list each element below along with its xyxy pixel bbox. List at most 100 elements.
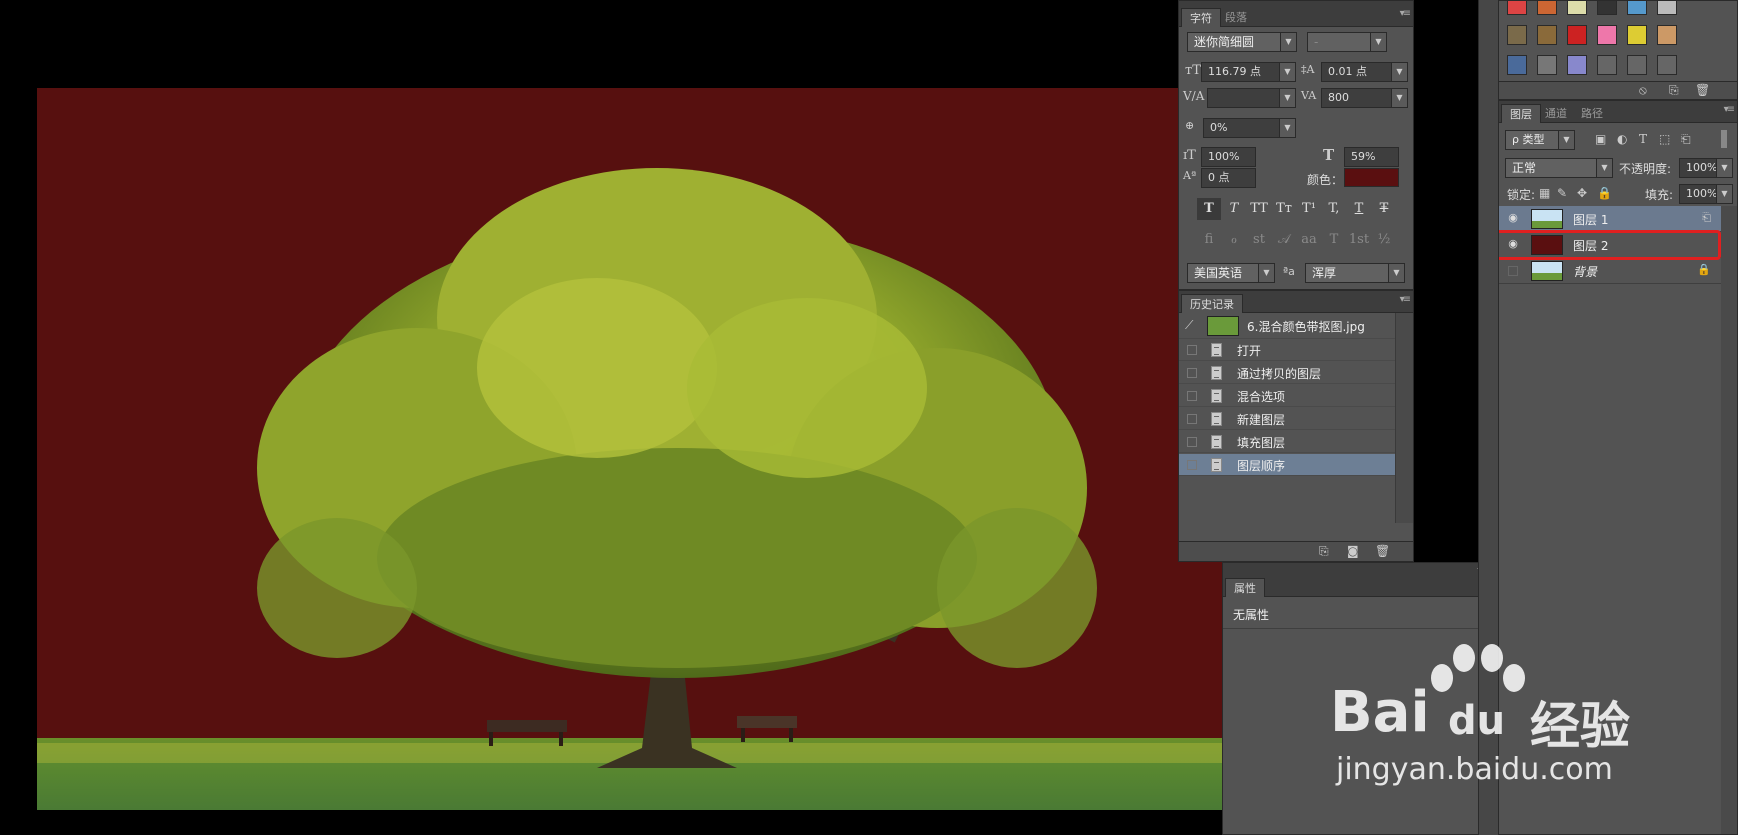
layer-row[interactable]: ◉ 图层 1 ⎗	[1499, 206, 1721, 232]
opentype-button[interactable]: ½	[1372, 229, 1396, 251]
history-scrollbar[interactable]	[1395, 313, 1413, 523]
type-filter-icon[interactable]: T	[1639, 132, 1647, 146]
font-size-input[interactable]: 116.79 点 ▼	[1201, 62, 1296, 82]
text-style-button[interactable]: T	[1197, 198, 1221, 220]
style-swatch[interactable]	[1627, 1, 1647, 15]
style-swatch[interactable]	[1507, 55, 1527, 75]
tab-character[interactable]: 字符	[1181, 8, 1221, 27]
text-style-button[interactable]: TT	[1247, 198, 1271, 220]
layer-name[interactable]: 背景	[1573, 263, 1597, 280]
style-swatch[interactable]	[1657, 55, 1677, 75]
history-checkbox[interactable]	[1187, 460, 1197, 470]
history-item[interactable]: 填充图层	[1179, 431, 1395, 453]
opentype-button[interactable]: 1st	[1347, 229, 1371, 251]
tab-paragraph[interactable]: 段落	[1217, 8, 1255, 27]
tsume-input[interactable]: 0% ▼	[1203, 118, 1296, 138]
kerning-input[interactable]: ▼	[1207, 88, 1296, 108]
history-snapshot[interactable]: ⟋ 6.混合颜色带抠图.jpg	[1179, 313, 1395, 339]
opentype-button[interactable]: st	[1247, 229, 1271, 251]
visibility-eye-icon[interactable]: ◉	[1505, 211, 1521, 227]
tab-properties[interactable]: 属性	[1225, 578, 1265, 597]
antialias-select[interactable]: 浑厚 ▼	[1305, 263, 1405, 283]
opentype-button[interactable]: ℴ	[1222, 229, 1246, 251]
tab-paths[interactable]: 路径	[1573, 104, 1611, 123]
leading-input[interactable]: 0.01 点 ▼	[1321, 62, 1408, 82]
new-document-icon[interactable]: ⎘	[1319, 544, 1329, 559]
history-item[interactable]: 图层顺序	[1179, 454, 1395, 476]
panel-menu-icon[interactable]: ▾≡	[1724, 104, 1735, 115]
history-checkbox[interactable]	[1187, 414, 1197, 424]
style-swatch[interactable]	[1507, 1, 1527, 15]
text-style-button[interactable]: Ŧ	[1372, 198, 1396, 220]
history-item[interactable]: 打开	[1179, 339, 1395, 361]
lock-pixels-icon[interactable]: ✎	[1557, 186, 1567, 200]
baseline-shift-input[interactable]: 0 点	[1201, 168, 1256, 188]
text-style-button[interactable]: T	[1347, 198, 1371, 220]
history-item[interactable]: 通过拷贝的图层	[1179, 362, 1395, 384]
history-item[interactable]: 混合选项	[1179, 385, 1395, 407]
style-swatch[interactable]	[1537, 55, 1557, 75]
camera-icon[interactable]: ◙	[1347, 544, 1359, 558]
style-swatch[interactable]	[1567, 25, 1587, 45]
style-swatch[interactable]	[1627, 55, 1647, 75]
history-checkbox[interactable]	[1187, 437, 1197, 447]
text-style-button[interactable]: T	[1222, 198, 1246, 220]
horizontal-scale-input[interactable]: 59%	[1344, 147, 1399, 167]
panel-menu-icon[interactable]: ▾≡	[1400, 8, 1411, 19]
lock-all-icon[interactable]: 🔒	[1597, 186, 1612, 200]
style-swatch[interactable]	[1537, 1, 1557, 15]
font-family-select[interactable]: 迷你简细圆 ▼	[1187, 32, 1297, 52]
language-select[interactable]: 美国英语 ▼	[1187, 263, 1275, 283]
opacity-input[interactable]: 100% ▼	[1679, 158, 1733, 178]
document-canvas[interactable]	[37, 88, 1225, 810]
lock-icon: 🔒	[1697, 263, 1711, 276]
history-checkbox[interactable]	[1187, 391, 1197, 401]
text-color-swatch[interactable]	[1344, 168, 1399, 187]
visibility-toggle-off[interactable]	[1508, 266, 1518, 276]
font-style-select[interactable]: - ▼	[1307, 32, 1387, 52]
layer-row[interactable]: 背景 🔒	[1499, 258, 1721, 284]
style-swatch[interactable]	[1597, 55, 1617, 75]
style-swatch[interactable]	[1627, 25, 1647, 45]
text-style-button[interactable]: Tт	[1272, 198, 1296, 220]
smart-object-filter-icon[interactable]: ⎗	[1681, 132, 1691, 147]
image-filter-icon[interactable]: ▣	[1595, 132, 1606, 146]
style-swatch[interactable]	[1597, 1, 1617, 15]
style-swatch[interactable]	[1567, 1, 1587, 15]
blend-mode-select[interactable]: 正常 ▼	[1505, 158, 1613, 178]
adjustment-filter-icon[interactable]: ◐	[1617, 132, 1627, 146]
style-swatch[interactable]	[1657, 1, 1677, 15]
opentype-button[interactable]: T	[1322, 229, 1346, 251]
history-item[interactable]: 新建图层	[1179, 408, 1395, 430]
opentype-button[interactable]: aa	[1297, 229, 1321, 251]
opentype-button[interactable]: 𝒜	[1272, 229, 1296, 251]
style-swatch[interactable]	[1537, 25, 1557, 45]
layer-name[interactable]: 图层 1	[1573, 211, 1608, 228]
tab-channels[interactable]: 通道	[1537, 104, 1575, 123]
vertical-scale-input[interactable]: 100%	[1201, 147, 1256, 167]
tracking-input[interactable]: 800 ▼	[1321, 88, 1408, 108]
lock-transparent-icon[interactable]: ▦	[1539, 186, 1550, 200]
filter-toggle[interactable]	[1721, 130, 1727, 148]
no-style-icon[interactable]: ⦸	[1639, 83, 1647, 98]
tab-layers[interactable]: 图层	[1501, 104, 1541, 123]
text-style-button[interactable]: T¹	[1297, 198, 1321, 220]
layer-filter-select[interactable]: ρ 类型 ▼	[1505, 130, 1575, 150]
history-checkbox[interactable]	[1187, 368, 1197, 378]
tab-history[interactable]: 历史记录	[1181, 294, 1243, 313]
text-style-button[interactable]: T,	[1322, 198, 1346, 220]
style-swatch[interactable]	[1597, 25, 1617, 45]
style-swatch[interactable]	[1657, 25, 1677, 45]
fill-input[interactable]: 100% ▼	[1679, 184, 1733, 204]
lock-position-icon[interactable]: ✥	[1577, 186, 1587, 200]
history-checkbox[interactable]	[1187, 345, 1197, 355]
trash-icon[interactable]: 🗑	[1695, 83, 1710, 97]
style-swatch[interactable]	[1567, 55, 1587, 75]
trash-icon[interactable]: 🗑	[1375, 544, 1390, 558]
shape-filter-icon[interactable]: ⬚	[1659, 132, 1670, 146]
panel-menu-icon[interactable]: ▾≡	[1400, 294, 1411, 305]
layers-scrollbar[interactable]	[1721, 206, 1737, 834]
opentype-button[interactable]: ﬁ	[1197, 229, 1221, 251]
new-style-icon[interactable]: ⎘	[1669, 83, 1679, 98]
style-swatch[interactable]	[1507, 25, 1527, 45]
